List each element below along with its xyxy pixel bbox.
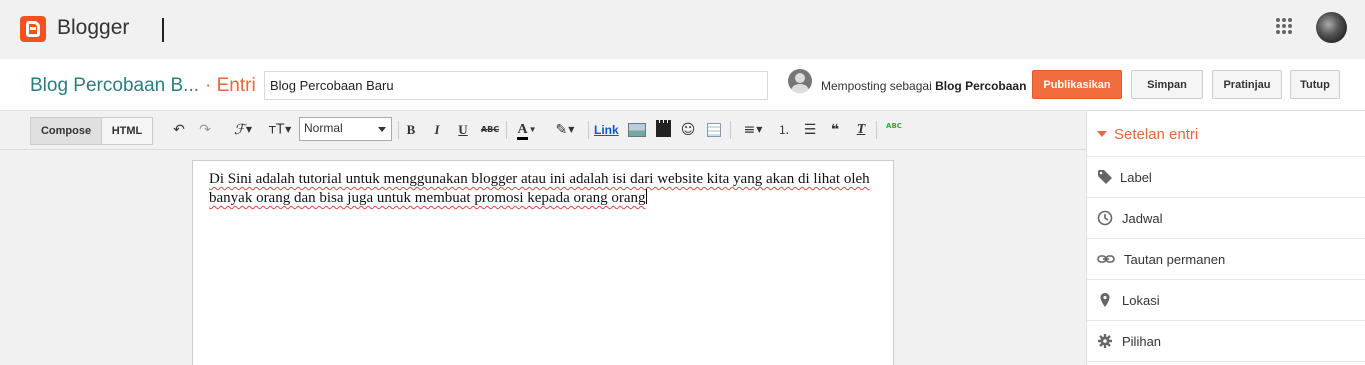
- save-button[interactable]: Simpan: [1131, 70, 1203, 99]
- text-size-icon[interactable]: ᴛT▼: [264, 121, 296, 139]
- toolbar-separator: [398, 121, 399, 139]
- text-color-icon[interactable]: A▼: [512, 121, 542, 141]
- sidebar-item-permalink[interactable]: Tautan permanen: [1087, 239, 1365, 280]
- post-title-input[interactable]: [264, 71, 768, 100]
- apps-grid-icon[interactable]: [1276, 18, 1293, 35]
- breadcrumb: · Entri: [205, 75, 256, 96]
- top-bar: Blogger: [0, 0, 1365, 59]
- compose-mode-button[interactable]: Compose: [30, 117, 102, 145]
- post-body-editor[interactable]: Di Sini adalah tutorial untuk menggunaka…: [192, 160, 894, 365]
- account-avatar[interactable]: [1316, 12, 1347, 43]
- sidebar-item-text: Jadwal: [1122, 211, 1163, 226]
- toolbar-separator: [506, 121, 507, 139]
- html-mode-button[interactable]: HTML: [101, 117, 153, 145]
- bullet-list-icon[interactable]: ☰: [802, 121, 818, 139]
- strikethrough-icon[interactable]: ABC: [480, 121, 500, 139]
- format-dropdown[interactable]: Normal: [299, 117, 392, 141]
- sidebar-item-options[interactable]: Pilihan: [1087, 321, 1365, 362]
- redo-icon[interactable]: ↷: [196, 121, 214, 139]
- undo-icon[interactable]: ↶: [170, 121, 188, 139]
- clock-icon: [1097, 210, 1113, 226]
- publish-button[interactable]: Publikasikan: [1032, 70, 1122, 99]
- gear-icon: [1097, 333, 1113, 349]
- blogger-logo-icon[interactable]: [20, 16, 46, 42]
- sidebar-item-label[interactable]: Label: [1087, 157, 1365, 198]
- remove-format-icon[interactable]: T: [853, 121, 869, 139]
- insert-video-icon[interactable]: [656, 120, 671, 137]
- numbered-list-icon[interactable]: ⒈: [776, 121, 792, 139]
- quote-icon[interactable]: ❝: [827, 121, 843, 139]
- poster-avatar: [788, 69, 812, 93]
- app-name[interactable]: Blogger: [57, 16, 129, 40]
- link-icon: [1097, 251, 1115, 267]
- highlight-color-icon[interactable]: ✎▼: [550, 121, 580, 139]
- insert-image-icon[interactable]: [628, 123, 646, 137]
- post-body-text[interactable]: Di Sini adalah tutorial untuk menggunaka…: [209, 171, 870, 206]
- toolbar-separator: [730, 121, 731, 139]
- font-family-icon[interactable]: ℱ▼: [228, 121, 258, 139]
- triangle-down-icon: [1097, 131, 1107, 137]
- sidebar-item-text: Label: [1120, 170, 1152, 185]
- close-button[interactable]: Tutup: [1290, 70, 1340, 99]
- text-cursor: [645, 189, 647, 204]
- blog-name-link[interactable]: Blog Percobaan B...: [30, 75, 199, 97]
- emoji-icon[interactable]: ☺: [680, 121, 696, 139]
- sidebar-item-text: Pilihan: [1122, 334, 1162, 349]
- preview-button[interactable]: Pratinjau: [1212, 70, 1282, 99]
- bold-icon[interactable]: B: [404, 121, 418, 139]
- sidebar-item-text: Lokasi: [1122, 293, 1160, 308]
- header-divider: [162, 18, 164, 42]
- toolbar-separator: [876, 121, 877, 139]
- align-icon[interactable]: ≡▼: [738, 121, 768, 139]
- posting-as-name: Blog Percobaan: [935, 79, 1027, 93]
- editor-toolbar: Compose HTML ↶ ↷ ℱ▼ ᴛT▼ Normal B I U ABC…: [0, 111, 1086, 150]
- post-settings-title: Setelan entri: [1114, 126, 1199, 143]
- link-button[interactable]: Link: [594, 123, 619, 137]
- underline-icon[interactable]: U: [456, 121, 470, 139]
- post-settings-header[interactable]: Setelan entri: [1087, 111, 1365, 157]
- format-dropdown-value: Normal: [304, 121, 343, 135]
- post-settings-sidebar: Setelan entri Label Jadwal Tautan perman…: [1086, 111, 1365, 365]
- jump-break-icon[interactable]: [707, 123, 721, 137]
- posting-as-text: Memposting sebagai Blog Percobaan: [821, 79, 1026, 93]
- sidebar-item-location[interactable]: Lokasi: [1087, 280, 1365, 321]
- toolbar-separator: [588, 121, 589, 139]
- spellcheck-icon[interactable]: ABC: [884, 121, 904, 139]
- label-tag-icon: [1097, 169, 1113, 185]
- chevron-down-icon: [378, 127, 386, 132]
- location-pin-icon: [1097, 292, 1113, 308]
- post-header: Blog Percobaan B... · Entri Memposting s…: [0, 59, 1365, 111]
- sidebar-item-schedule[interactable]: Jadwal: [1087, 198, 1365, 239]
- sidebar-item-text: Tautan permanen: [1124, 252, 1226, 267]
- italic-icon[interactable]: I: [430, 121, 444, 139]
- posting-as-prefix: Memposting sebagai: [821, 79, 932, 93]
